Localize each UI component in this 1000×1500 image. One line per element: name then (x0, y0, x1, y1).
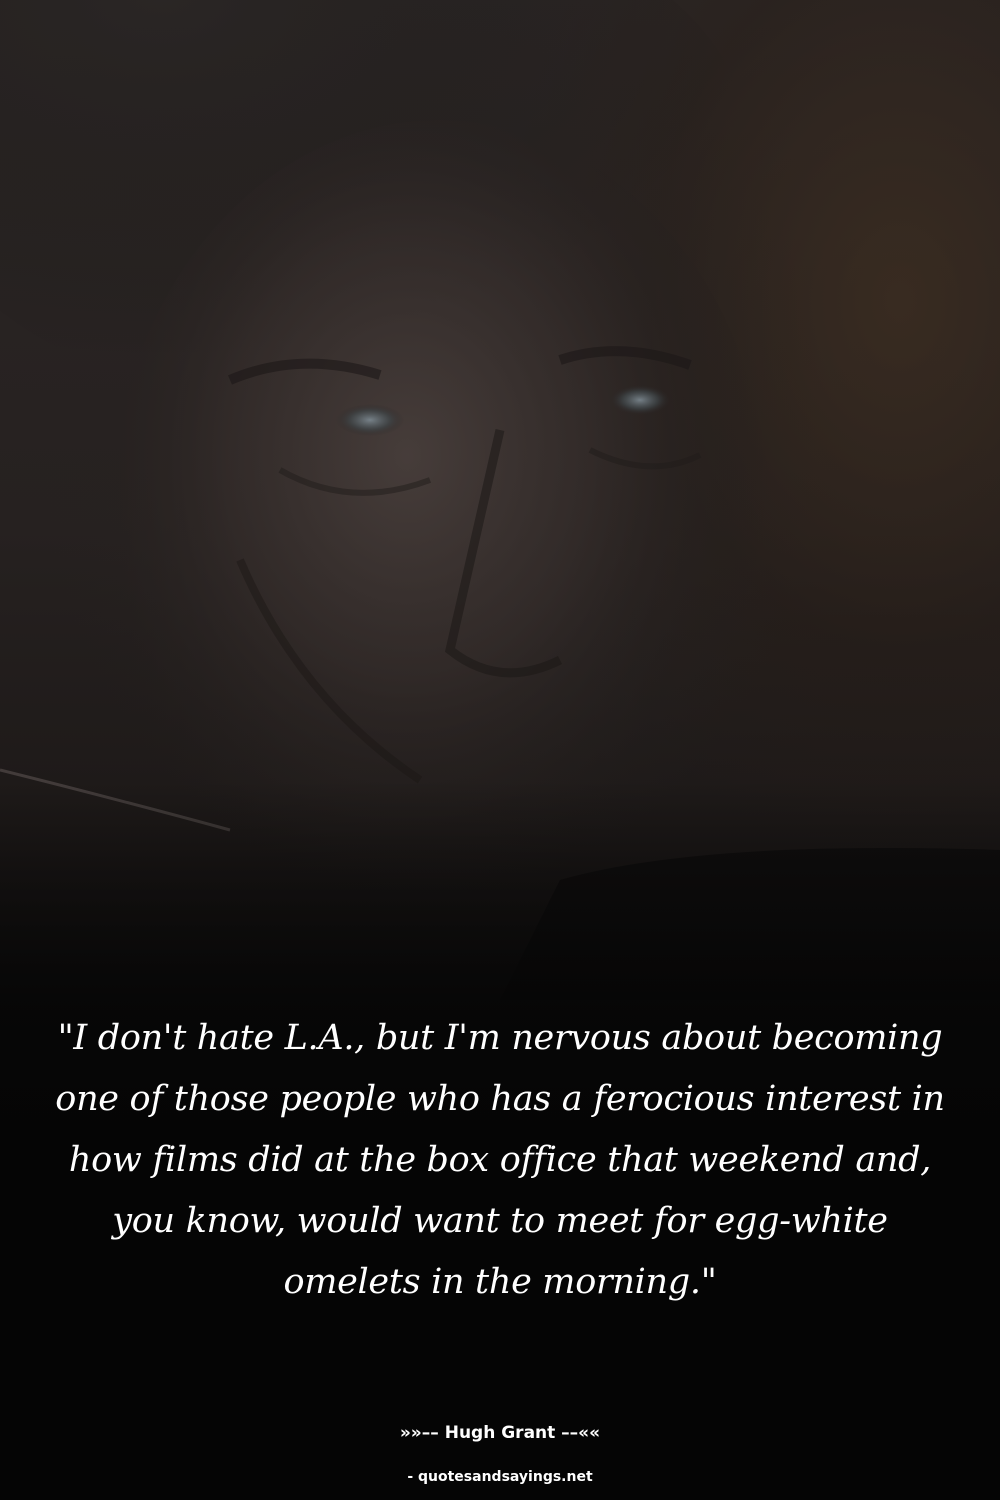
site-watermark: - quotesandsayings.net (407, 1469, 593, 1485)
quote-text: "I don't hate L.A., but I'm nervous abou… (55, 1018, 945, 1302)
author-line: »»–– Hugh Grant ––«« (399, 1423, 601, 1443)
eye-right (610, 385, 670, 415)
quote-poster: "I don't hate L.A., but I'm nervous abou… (0, 0, 1000, 1500)
eye-left (336, 404, 404, 436)
